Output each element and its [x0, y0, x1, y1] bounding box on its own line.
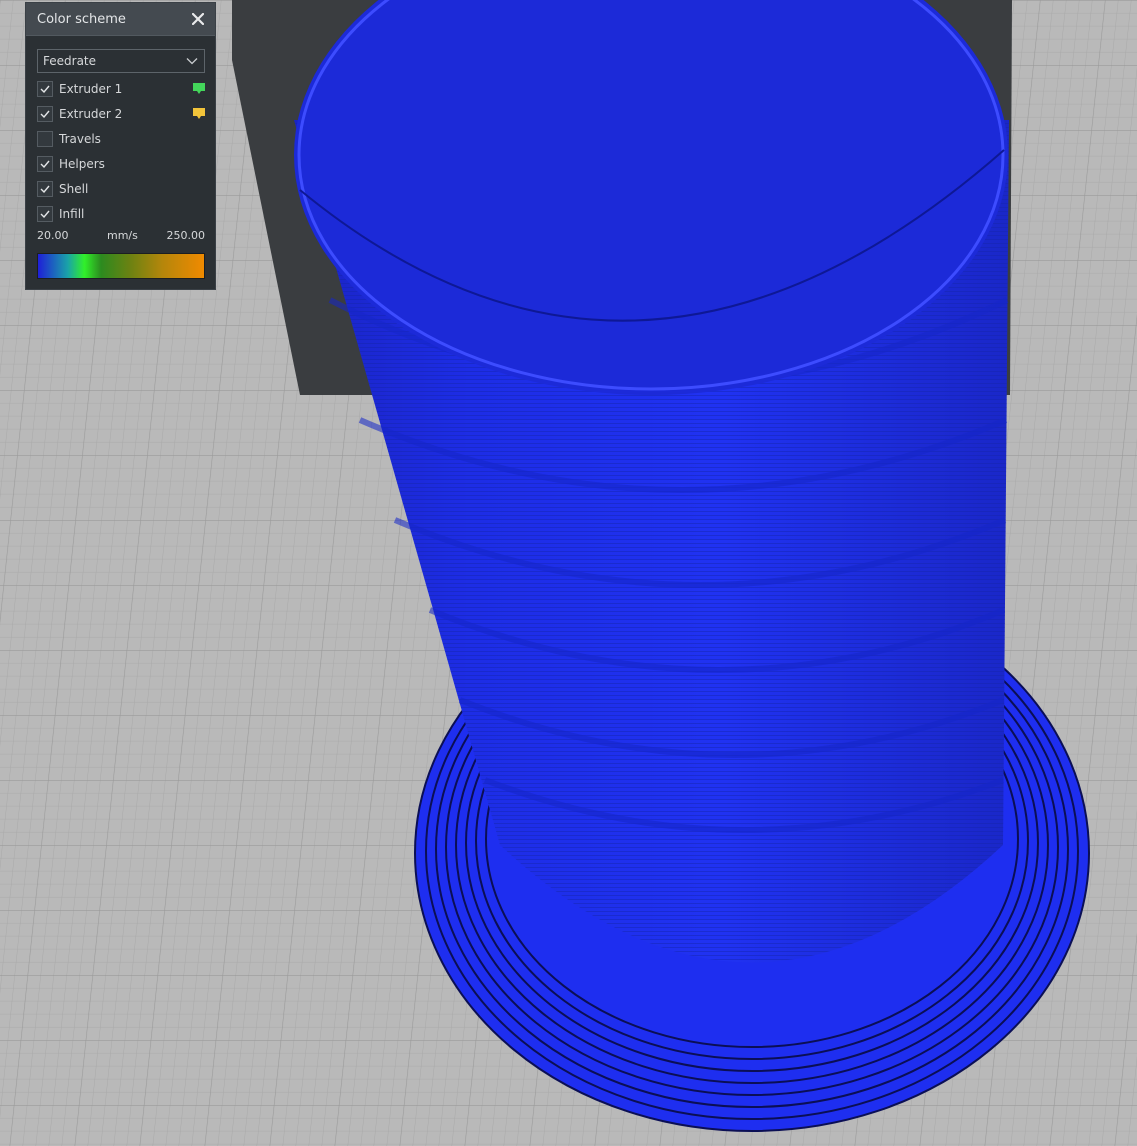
extruder-1-checkbox[interactable]: [37, 81, 53, 97]
travels-label: Travels: [59, 132, 101, 146]
shell-checkbox[interactable]: [37, 181, 53, 197]
checkmark-icon: [40, 210, 50, 218]
option-extruder-1[interactable]: Extruder 1: [37, 80, 205, 98]
helpers-label: Helpers: [59, 157, 105, 171]
range-unit: mm/s: [107, 229, 138, 242]
option-travels[interactable]: Travels: [37, 130, 205, 148]
panel-header: Color scheme: [26, 3, 215, 36]
range-min: 20.00: [37, 229, 69, 242]
helpers-checkbox[interactable]: [37, 156, 53, 172]
infill-label: Infill: [59, 207, 85, 221]
feedrate-range: 20.00 mm/s 250.00: [37, 229, 205, 243]
option-shell[interactable]: Shell: [37, 180, 205, 198]
checkmark-icon: [40, 160, 50, 168]
feedrate-gradient-bar: [37, 253, 205, 279]
shell-label: Shell: [59, 182, 89, 196]
extruder-1-color-icon: [193, 83, 205, 94]
color-scheme-panel: Color scheme Feedrate Extruder 1 Extrude…: [25, 2, 216, 290]
close-button[interactable]: [190, 11, 206, 27]
range-max: 250.00: [166, 229, 206, 242]
travels-checkbox[interactable]: [37, 131, 53, 147]
extruder-2-label: Extruder 2: [59, 107, 123, 121]
extruder-2-checkbox[interactable]: [37, 106, 53, 122]
color-scheme-selected: Feedrate: [43, 54, 97, 68]
extruder-2-color-icon: [193, 108, 205, 119]
checkmark-icon: [40, 185, 50, 193]
option-helpers[interactable]: Helpers: [37, 155, 205, 173]
color-scheme-select[interactable]: Feedrate: [37, 49, 205, 73]
chevron-down-icon: [186, 58, 198, 65]
close-icon: [192, 13, 204, 25]
infill-checkbox[interactable]: [37, 206, 53, 222]
option-extruder-2[interactable]: Extruder 2: [37, 105, 205, 123]
checkmark-icon: [40, 85, 50, 93]
panel-title: Color scheme: [37, 11, 126, 27]
extruder-1-label: Extruder 1: [59, 82, 123, 96]
option-infill[interactable]: Infill: [37, 205, 205, 223]
checkmark-icon: [40, 110, 50, 118]
